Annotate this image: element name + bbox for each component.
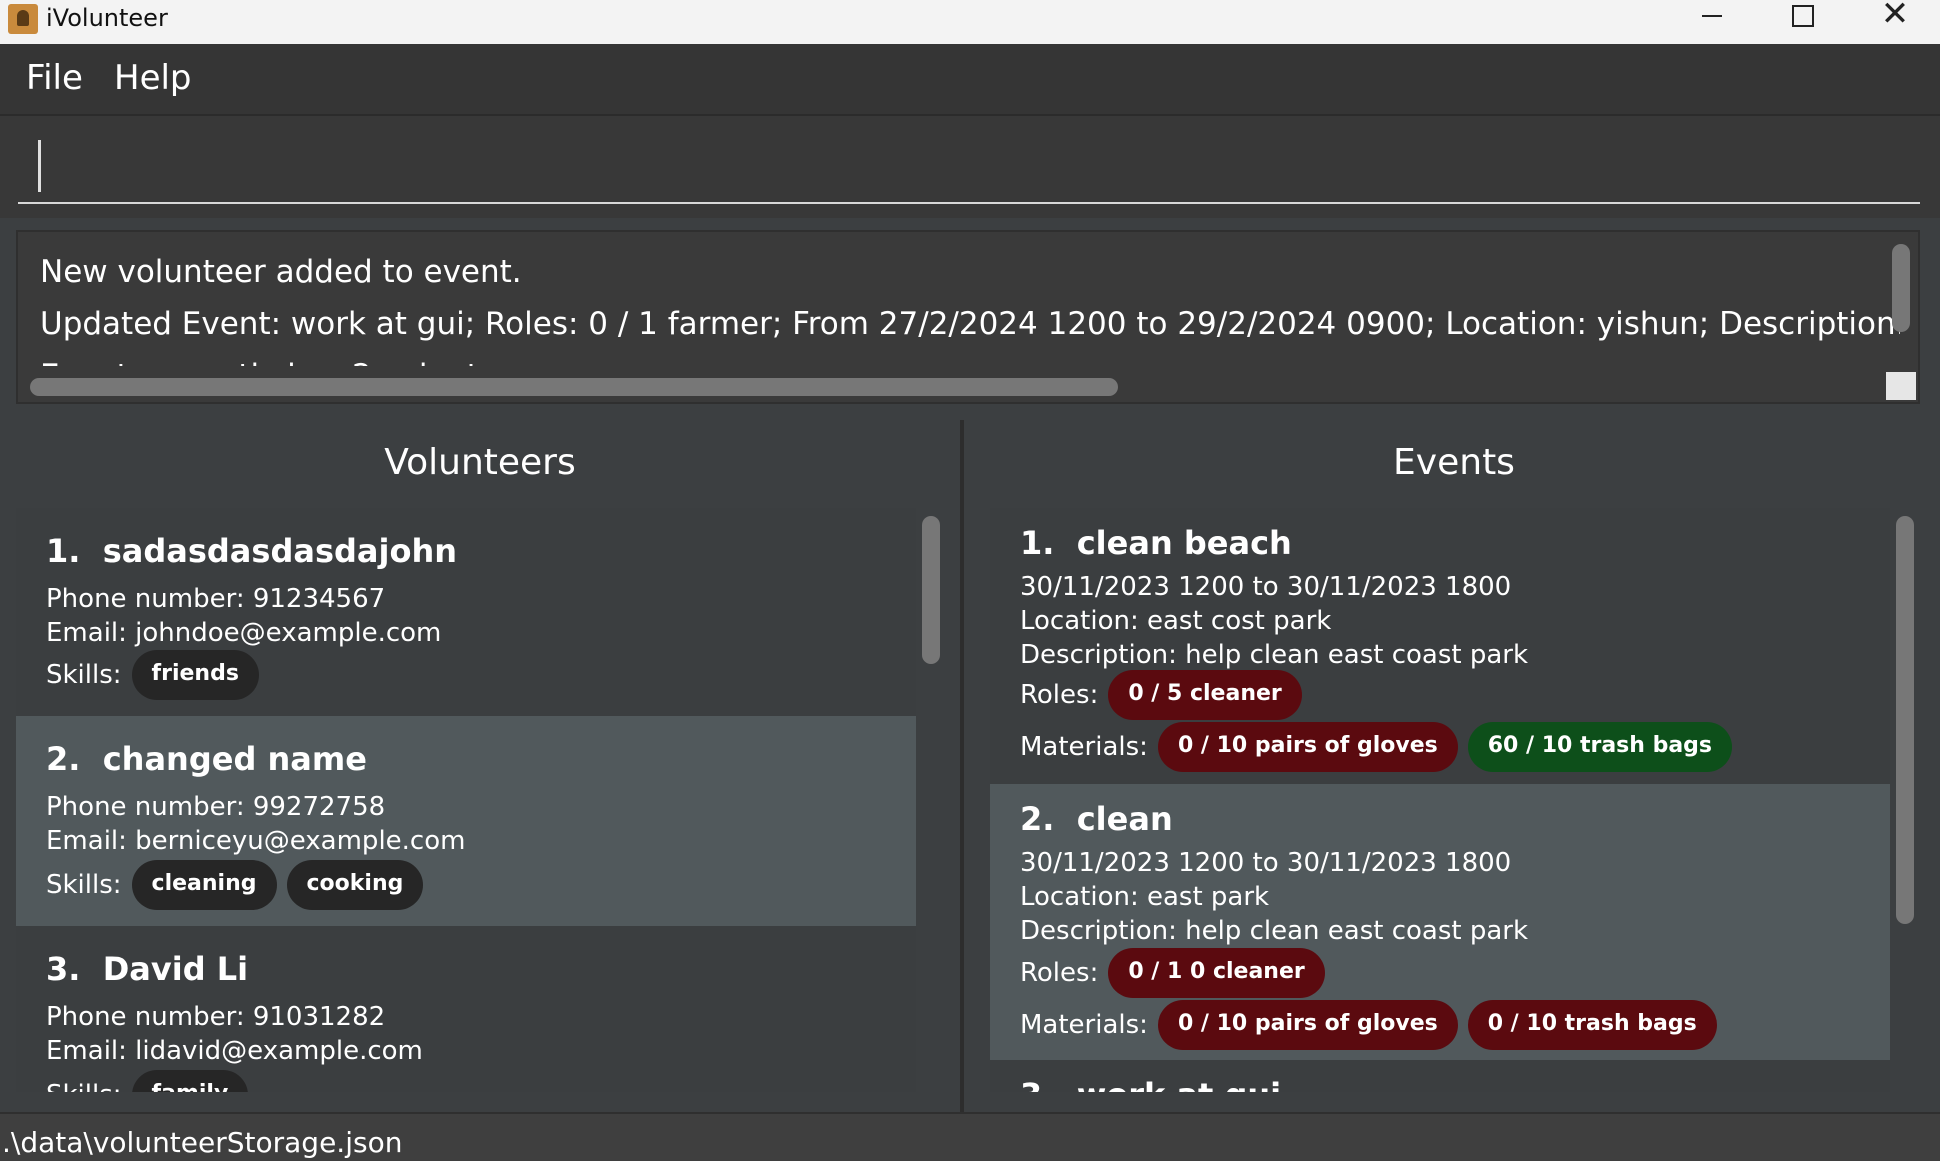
events-title: Events xyxy=(1393,442,1515,483)
volunteer-phone: Phone number: 91234567 xyxy=(46,584,386,614)
role-tag: 0 / 5 cleaner xyxy=(1108,670,1302,720)
event-roles: Roles: 0 / 5 cleaner xyxy=(1020,670,1302,720)
roles-label: Roles: xyxy=(1020,680,1099,710)
event-card[interactable]: 3. work at gui xyxy=(990,1060,1890,1092)
event-location: Location: east park xyxy=(1020,882,1270,912)
event-materials: Materials: 0 / 10 pairs of gloves 60 / 1… xyxy=(1020,722,1733,772)
command-box xyxy=(0,116,1940,218)
volunteer-phone: Phone number: 91031282 xyxy=(46,1002,386,1032)
skill-tag: cleaning xyxy=(131,860,277,910)
volunteer-email: Email: berniceyu@example.com xyxy=(46,826,466,856)
event-list[interactable]: 1. clean beach 30/11/2023 1200 to 30/11/… xyxy=(990,508,1890,1092)
window-title: iVolunteer xyxy=(46,4,168,32)
text-caret xyxy=(38,140,41,192)
volunteer-card[interactable]: 3. David Li Phone number: 91031282 Email… xyxy=(16,926,916,1092)
event-time: 30/11/2023 1200 to 30/11/2023 1800 xyxy=(1020,572,1512,602)
skills-label: Skills: xyxy=(46,870,122,900)
event-description: Description: help clean east coast park xyxy=(1020,640,1529,670)
materials-label: Materials: xyxy=(1020,1010,1148,1040)
scroll-corner xyxy=(1886,372,1916,400)
skill-tag: friends xyxy=(131,650,259,700)
roles-label: Roles: xyxy=(1020,958,1099,988)
volunteer-email: Email: lidavid@example.com xyxy=(46,1036,423,1066)
material-tag: 0 / 10 trash bags xyxy=(1467,1000,1717,1050)
close-button[interactable]: ✕ xyxy=(1850,0,1940,44)
event-card[interactable]: 1. clean beach 30/11/2023 1200 to 30/11/… xyxy=(990,508,1890,784)
volunteer-name: 1. sadasdasdasdajohn xyxy=(46,532,457,570)
events-pane: Events 1. clean beach 30/11/2023 1200 to… xyxy=(968,420,1940,1112)
skill-tag: cooking xyxy=(286,860,424,910)
volunteer-card[interactable]: 1. sadasdasdasdajohn Phone number: 91234… xyxy=(16,508,916,716)
volunteer-skills: Skills: cleaning cooking xyxy=(46,860,424,910)
event-location: Location: east cost park xyxy=(1020,606,1332,636)
material-tag: 0 / 10 pairs of gloves xyxy=(1157,1000,1458,1050)
storage-path: .\data\volunteerStorage.json xyxy=(2,1126,403,1159)
material-tag: 60 / 10 trash bags xyxy=(1467,722,1733,772)
volunteer-skills: Skills: family xyxy=(46,1070,249,1092)
event-list-scrollbar[interactable] xyxy=(1896,516,1914,924)
skill-tag: family xyxy=(131,1070,249,1092)
volunteers-pane: Volunteers 1. sadasdasdasdajohn Phone nu… xyxy=(0,420,964,1112)
app-window: iVolunteer ✕ File Help New volunteer add… xyxy=(0,0,1940,1161)
event-name: 3. work at gui xyxy=(1020,1076,1281,1092)
volunteer-phone: Phone number: 99272758 xyxy=(46,792,386,822)
volunteer-name: 3. David Li xyxy=(46,950,249,988)
menu-file[interactable]: File xyxy=(26,58,83,98)
result-line: New volunteer added to event. xyxy=(40,254,522,290)
materials-label: Materials: xyxy=(1020,732,1148,762)
menu-bar: File Help xyxy=(0,44,1940,116)
event-name: 1. clean beach xyxy=(1020,524,1292,562)
close-icon: ✕ xyxy=(1880,0,1910,34)
minimize-button[interactable] xyxy=(1666,0,1756,44)
volunteer-skills: Skills: friends xyxy=(46,650,259,700)
event-roles: Roles: 0 / 1 0 cleaner xyxy=(1020,948,1325,998)
volunteer-list[interactable]: 1. sadasdasdasdajohn Phone number: 91234… xyxy=(16,508,916,1092)
result-text: New volunteer added to event. Updated Ev… xyxy=(40,246,1900,366)
volunteer-name: 2. changed name xyxy=(46,740,367,778)
volunteer-card[interactable]: 2. changed name Phone number: 99272758 E… xyxy=(16,716,916,926)
skills-label: Skills: xyxy=(46,1080,122,1092)
event-materials: Materials: 0 / 10 pairs of gloves 0 / 10… xyxy=(1020,1000,1717,1050)
event-card[interactable]: 2. clean 30/11/2023 1200 to 30/11/2023 1… xyxy=(990,784,1890,1060)
maximize-button[interactable] xyxy=(1756,0,1846,44)
title-bar: iVolunteer ✕ xyxy=(0,0,1940,44)
status-bar: .\data\volunteerStorage.json xyxy=(0,1112,1940,1161)
event-time: 30/11/2023 1200 to 30/11/2023 1800 xyxy=(1020,848,1512,878)
role-tag: 0 / 1 0 cleaner xyxy=(1108,948,1325,998)
result-display[interactable]: New volunteer added to event. Updated Ev… xyxy=(16,230,1920,404)
event-name: 2. clean xyxy=(1020,800,1173,838)
volunteers-title: Volunteers xyxy=(384,442,576,483)
vertical-scrollbar[interactable] xyxy=(1892,244,1910,332)
skills-label: Skills: xyxy=(46,660,122,690)
app-logo-icon xyxy=(8,4,38,34)
command-input[interactable] xyxy=(18,128,1920,204)
material-tag: 0 / 10 pairs of gloves xyxy=(1157,722,1458,772)
result-line: Event currently has 2 volunteers xyxy=(40,350,1900,366)
result-line: Updated Event: work at gui; Roles: 0 / 1… xyxy=(40,306,1900,342)
menu-help[interactable]: Help xyxy=(114,58,192,98)
horizontal-scrollbar[interactable] xyxy=(30,378,1118,396)
volunteer-email: Email: johndoe@example.com xyxy=(46,618,442,648)
event-description: Description: help clean east coast park xyxy=(1020,916,1529,946)
volunteer-list-scrollbar[interactable] xyxy=(922,516,940,664)
